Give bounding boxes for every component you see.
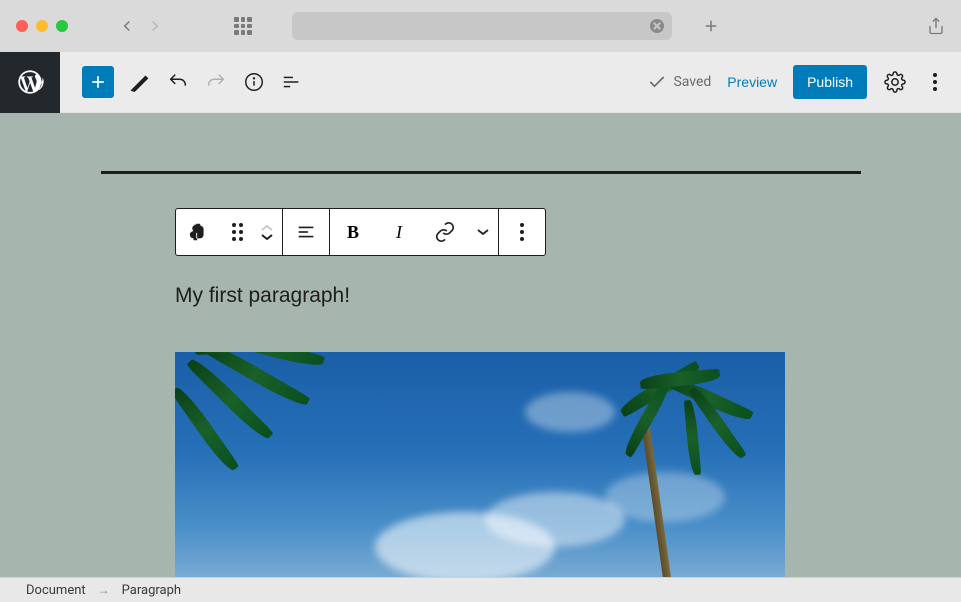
settings-button[interactable] (883, 70, 907, 94)
forward-button[interactable] (146, 17, 164, 35)
align-button[interactable] (283, 209, 329, 255)
share-button[interactable] (927, 16, 945, 36)
wordpress-logo[interactable] (0, 52, 60, 113)
more-formatting-button[interactable] (468, 209, 498, 255)
info-button[interactable] (242, 70, 266, 94)
maximize-window-button[interactable] (56, 20, 68, 32)
publish-button[interactable]: Publish (793, 65, 867, 99)
clear-url-button[interactable] (650, 19, 664, 33)
breadcrumb-current[interactable]: Paragraph (122, 583, 181, 598)
close-window-button[interactable] (16, 20, 28, 32)
link-button[interactable] (422, 209, 468, 255)
paragraph-block[interactable]: My first paragraph! (175, 284, 961, 308)
svg-text:¶: ¶ (193, 222, 202, 243)
tools-button[interactable] (128, 70, 152, 94)
back-button[interactable] (118, 17, 136, 35)
saved-label: Saved (673, 74, 711, 90)
outline-button[interactable] (280, 70, 304, 94)
block-toolbar: ¶ B I (175, 208, 546, 256)
breadcrumb-root[interactable]: Document (26, 583, 86, 598)
block-more-options-button[interactable] (499, 209, 545, 255)
palm-tree-decoration (565, 362, 765, 577)
more-menu-button[interactable] (923, 70, 947, 94)
minimize-window-button[interactable] (36, 20, 48, 32)
window-controls (16, 20, 68, 32)
breadcrumb-separator-icon: → (98, 583, 110, 597)
redo-button[interactable] (204, 70, 228, 94)
new-tab-button[interactable] (702, 17, 720, 35)
saved-indicator: Saved (647, 72, 711, 92)
add-block-button[interactable] (82, 66, 114, 98)
drag-handle[interactable] (222, 209, 252, 255)
editor-header: Saved Preview Publish (0, 52, 961, 113)
undo-button[interactable] (166, 70, 190, 94)
url-bar[interactable] (292, 12, 672, 40)
move-up-icon[interactable] (260, 224, 274, 232)
move-down-icon[interactable] (260, 233, 274, 241)
palm-tree-decoration (175, 352, 335, 512)
move-buttons[interactable] (252, 209, 282, 255)
italic-button[interactable]: I (376, 209, 422, 255)
editor-canvas[interactable]: ¶ B I (0, 113, 961, 577)
title-separator (101, 171, 861, 174)
bold-button[interactable]: B (330, 209, 376, 255)
apps-grid-icon[interactable] (234, 17, 252, 35)
image-block[interactable] (175, 352, 785, 577)
breadcrumb-bar: Document → Paragraph (0, 577, 961, 602)
block-type-button[interactable]: ¶ (176, 209, 222, 255)
preview-button[interactable]: Preview (727, 74, 777, 90)
browser-chrome (0, 0, 961, 52)
